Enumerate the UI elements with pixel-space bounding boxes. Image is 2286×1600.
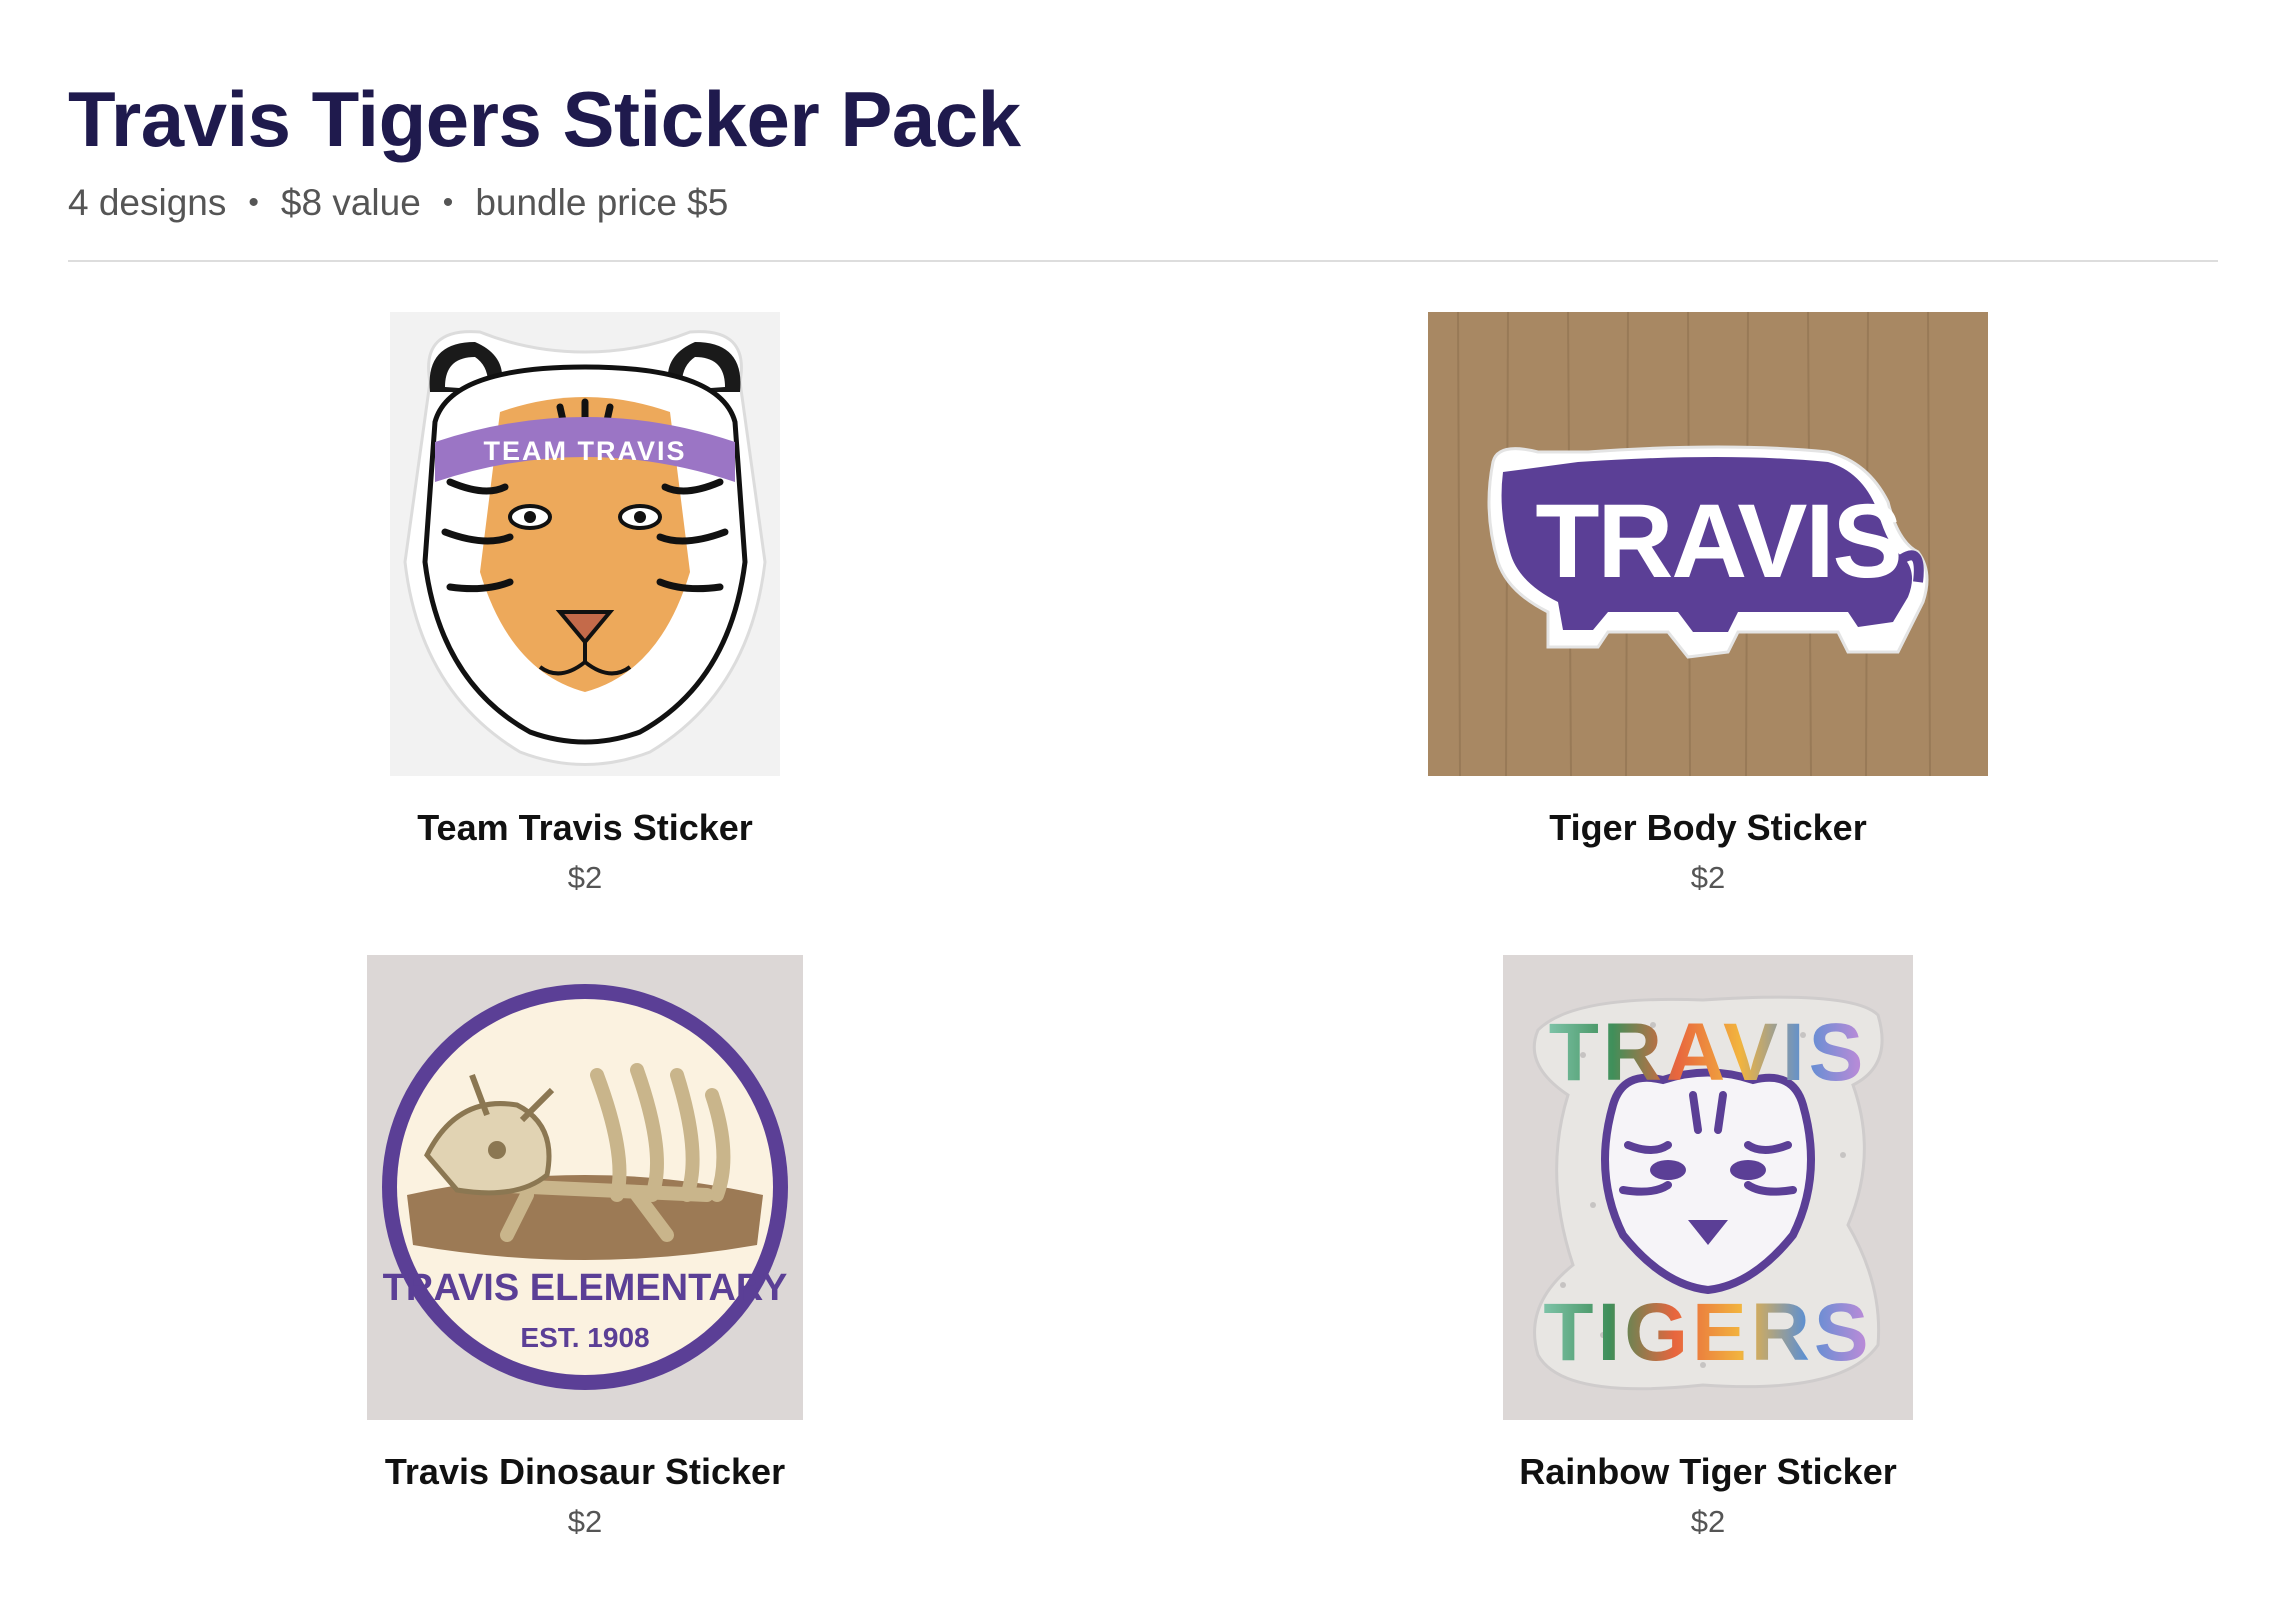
rainbow-tiger-icon[interactable]: TRAVIS TIGERS [1503, 955, 1913, 1420]
sticker-card[interactable]: TEAM TRAVIS Team Travis Sticker $2 [390, 312, 780, 893]
sticker-name[interactable]: Tiger Body Sticker [1428, 810, 1988, 846]
banner-text: TEAM TRAVIS [484, 436, 687, 466]
tiger-body-text: TRAVIS [1535, 483, 1900, 600]
sticker-price: $2 [1690, 1504, 1726, 1539]
sticker-price: $2 [1690, 860, 1726, 895]
sticker-card[interactable]: TRAVIS ELEMENTARY EST. 1908 Travis Dinos… [367, 955, 803, 1537]
established-text: EST. 1908 [520, 1322, 649, 1353]
school-name-text: TRAVIS ELEMENTARY [383, 1267, 788, 1309]
sticker-name[interactable]: Travis Dinosaur Sticker [367, 1454, 803, 1490]
sticker-price: $2 [567, 1504, 603, 1539]
dinosaur-fossil-icon[interactable]: TRAVIS ELEMENTARY EST. 1908 [367, 955, 803, 1420]
sticker-card[interactable]: TRAVIS TIGERS Rainbow Tiger Sticker $2 [1503, 955, 1913, 1537]
sticker-grid: TEAM TRAVIS Team Travis Sticker $2 TRAVI… [0, 0, 2286, 1600]
sticker-price: $2 [567, 860, 603, 895]
rainbow-bottom-text: TIGERS [1543, 1287, 1872, 1378]
sticker-name[interactable]: Team Travis Sticker [390, 810, 780, 846]
rainbow-top-text: TRAVIS [1549, 1007, 1868, 1098]
sticker-card[interactable]: TRAVIS Tiger Body Sticker $2 [1428, 312, 1988, 893]
tiger-head-icon[interactable]: TEAM TRAVIS [390, 312, 780, 776]
sticker-name[interactable]: Rainbow Tiger Sticker [1503, 1454, 1913, 1490]
tiger-body-icon[interactable]: TRAVIS [1428, 312, 1988, 776]
